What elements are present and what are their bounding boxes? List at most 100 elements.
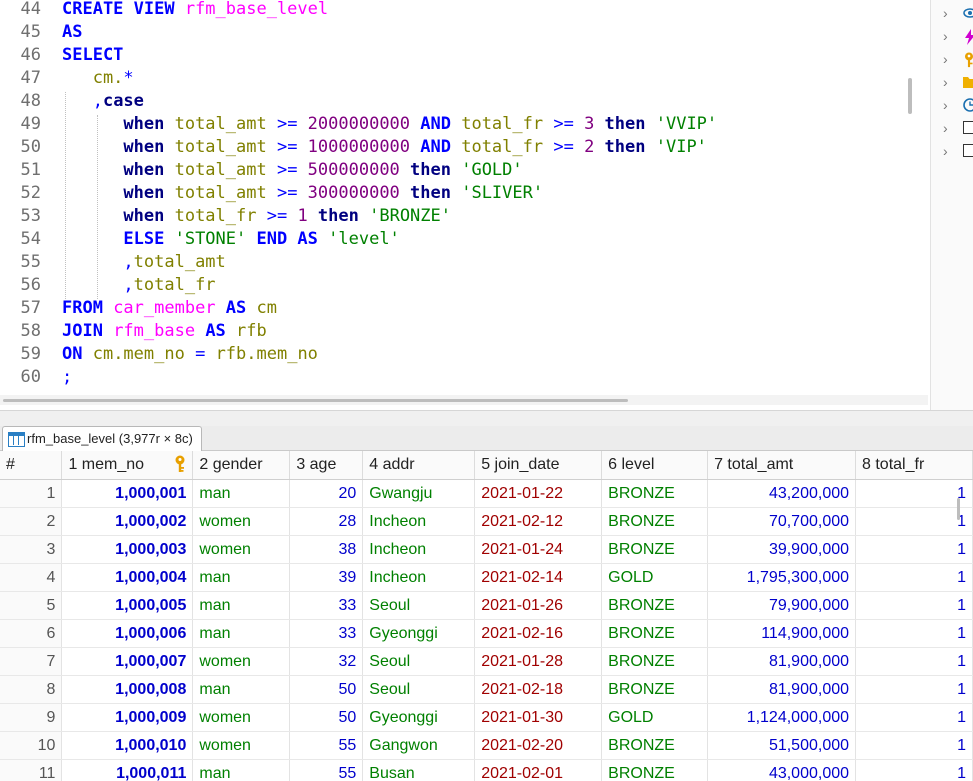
- column-header-mem-no[interactable]: 1 mem_no: [61, 451, 194, 480]
- level-cell[interactable]: BRONZE: [601, 675, 709, 704]
- mem-no-cell[interactable]: 1,000,011: [61, 759, 194, 781]
- table-row[interactable]: 4 1,000,004 man 39 Incheon 2021-02-14 GOLD 1,79…: [0, 563, 973, 592]
- sql-editor[interactable]: 44 45 46 47 48 49 50 51 52 53 54 55 56 57 58 59 60 CREAT…: [0, 0, 928, 392]
- code-line[interactable]: ,case: [62, 90, 144, 113]
- total-fr-cell[interactable]: 1: [855, 479, 973, 508]
- gender-cell[interactable]: women: [192, 507, 291, 536]
- addr-cell[interactable]: Gyeonggi: [362, 619, 476, 648]
- table-row[interactable]: 6 1,000,006 man 33 Gyeonggi 2021-02-16 BRONZE 1…: [0, 619, 973, 648]
- table-row[interactable]: 2 1,000,002 women 28 Incheon 2021-02-12 BRONZE…: [0, 507, 973, 536]
- code-line[interactable]: when total_amt >= 300000000 then 'SLIVER…: [62, 182, 543, 205]
- total-fr-cell[interactable]: 1: [855, 703, 973, 732]
- row-number-cell[interactable]: 10: [0, 731, 63, 760]
- column-header-total-fr[interactable]: 8 total_fr: [855, 451, 973, 480]
- row-number-cell[interactable]: 4: [0, 563, 63, 592]
- mem-no-cell[interactable]: 1,000,006: [61, 619, 194, 648]
- chevron-right-icon[interactable]: ›: [943, 5, 948, 21]
- age-cell[interactable]: 38: [289, 535, 364, 564]
- mem-no-cell[interactable]: 1,000,010: [61, 731, 194, 760]
- total-fr-cell[interactable]: 1: [855, 507, 973, 536]
- join-date-cell[interactable]: 2021-02-16: [474, 619, 603, 648]
- table-row[interactable]: 1 1,000,001 man 20 Gwangju 2021-01-22 BRONZE 43…: [0, 479, 973, 508]
- code-line[interactable]: when total_amt >= 500000000 then 'GOLD': [62, 159, 522, 182]
- total-fr-cell[interactable]: 1: [855, 535, 973, 564]
- gender-cell[interactable]: man: [192, 591, 291, 620]
- total-fr-cell[interactable]: 1: [855, 647, 973, 676]
- addr-cell[interactable]: Gwangju: [362, 479, 476, 508]
- gender-cell[interactable]: man: [192, 563, 291, 592]
- gender-cell[interactable]: women: [192, 703, 291, 732]
- gender-cell[interactable]: man: [192, 479, 291, 508]
- chevron-right-icon[interactable]: ›: [943, 143, 948, 159]
- row-number-cell[interactable]: 11: [0, 759, 63, 781]
- addr-cell[interactable]: Seoul: [362, 647, 476, 676]
- table-row[interactable]: 10 1,000,010 women 55 Gangwon 2021-02-20 BRONZ…: [0, 731, 973, 760]
- gender-cell[interactable]: man: [192, 759, 291, 781]
- age-cell[interactable]: 33: [289, 591, 364, 620]
- total-amt-cell[interactable]: 43,000,000: [707, 759, 857, 781]
- level-cell[interactable]: BRONZE: [601, 731, 709, 760]
- chevron-right-icon[interactable]: ›: [943, 51, 948, 67]
- total-amt-cell[interactable]: 70,700,000: [707, 507, 857, 536]
- code-line[interactable]: when total_fr >= 1 then 'BRONZE': [62, 205, 451, 228]
- level-cell[interactable]: BRONZE: [601, 479, 709, 508]
- code-line[interactable]: cm.*: [62, 67, 134, 90]
- code-line[interactable]: ,total_fr: [62, 274, 215, 297]
- age-cell[interactable]: 55: [289, 731, 364, 760]
- table-row[interactable]: 5 1,000,005 man 33 Seoul 2021-01-26 BRONZE 79,9…: [0, 591, 973, 620]
- code-line[interactable]: when total_amt >= 1000000000 AND total_f…: [62, 136, 707, 159]
- row-number-cell[interactable]: 7: [0, 647, 63, 676]
- table-row[interactable]: 11 1,000,011 man 55 Busan 2021-02-01 BRONZE 43,…: [0, 759, 973, 781]
- addr-cell[interactable]: Seoul: [362, 675, 476, 704]
- row-number-cell[interactable]: 3: [0, 535, 63, 564]
- total-fr-cell[interactable]: 1: [855, 759, 973, 781]
- row-number-cell[interactable]: 6: [0, 619, 63, 648]
- code-line[interactable]: ;: [62, 366, 72, 389]
- gender-cell[interactable]: man: [192, 675, 291, 704]
- join-date-cell[interactable]: 2021-02-20: [474, 731, 603, 760]
- column-header-age[interactable]: 3 age: [289, 451, 364, 480]
- code-line[interactable]: ELSE 'STONE' END AS 'level': [62, 228, 399, 251]
- side-panel-item[interactable]: ›: [939, 142, 973, 164]
- mem-no-cell[interactable]: 1,000,003: [61, 535, 194, 564]
- age-cell[interactable]: 39: [289, 563, 364, 592]
- addr-cell[interactable]: Incheon: [362, 507, 476, 536]
- total-fr-cell[interactable]: 1: [855, 591, 973, 620]
- row-number-cell[interactable]: 8: [0, 675, 63, 704]
- addr-cell[interactable]: Busan: [362, 759, 476, 781]
- code-line[interactable]: when total_amt >= 2000000000 AND total_f…: [62, 113, 717, 136]
- row-number-cell[interactable]: 5: [0, 591, 63, 620]
- mem-no-cell[interactable]: 1,000,005: [61, 591, 194, 620]
- side-panel-item[interactable]: ›: [939, 4, 973, 26]
- level-cell[interactable]: BRONZE: [601, 619, 709, 648]
- editor-results-splitter[interactable]: [0, 410, 973, 427]
- join-date-cell[interactable]: 2021-01-26: [474, 591, 603, 620]
- level-cell[interactable]: BRONZE: [601, 759, 709, 781]
- table-row[interactable]: 9 1,000,009 women 50 Gyeonggi 2021-01-30 GOLD 1…: [0, 703, 973, 732]
- column-header-gender[interactable]: 2 gender: [192, 451, 291, 480]
- level-cell[interactable]: BRONZE: [601, 591, 709, 620]
- code-line[interactable]: ,total_amt: [62, 251, 225, 274]
- results-grid[interactable]: # 1 mem_no 2 gender 3 age 4 addr 5 join_…: [0, 451, 973, 781]
- row-number-cell[interactable]: 9: [0, 703, 63, 732]
- total-amt-cell[interactable]: 114,900,000: [707, 619, 857, 648]
- age-cell[interactable]: 50: [289, 703, 364, 732]
- level-cell[interactable]: GOLD: [601, 703, 709, 732]
- mem-no-cell[interactable]: 1,000,004: [61, 563, 194, 592]
- code-line[interactable]: CREATE VIEW rfm_base_level: [62, 0, 328, 21]
- side-panel-item[interactable]: ›: [939, 119, 973, 141]
- gender-cell[interactable]: women: [192, 731, 291, 760]
- join-date-cell[interactable]: 2021-01-30: [474, 703, 603, 732]
- column-header-level[interactable]: 6 level: [601, 451, 709, 480]
- total-amt-cell[interactable]: 1,795,300,000: [707, 563, 857, 592]
- addr-cell[interactable]: Incheon: [362, 563, 476, 592]
- age-cell[interactable]: 28: [289, 507, 364, 536]
- code-line[interactable]: FROM car_member AS cm: [62, 297, 277, 320]
- age-cell[interactable]: 20: [289, 479, 364, 508]
- join-date-cell[interactable]: 2021-02-12: [474, 507, 603, 536]
- gender-cell[interactable]: man: [192, 619, 291, 648]
- mem-no-cell[interactable]: 1,000,002: [61, 507, 194, 536]
- row-number-header[interactable]: #: [0, 451, 63, 480]
- addr-cell[interactable]: Incheon: [362, 535, 476, 564]
- age-cell[interactable]: 33: [289, 619, 364, 648]
